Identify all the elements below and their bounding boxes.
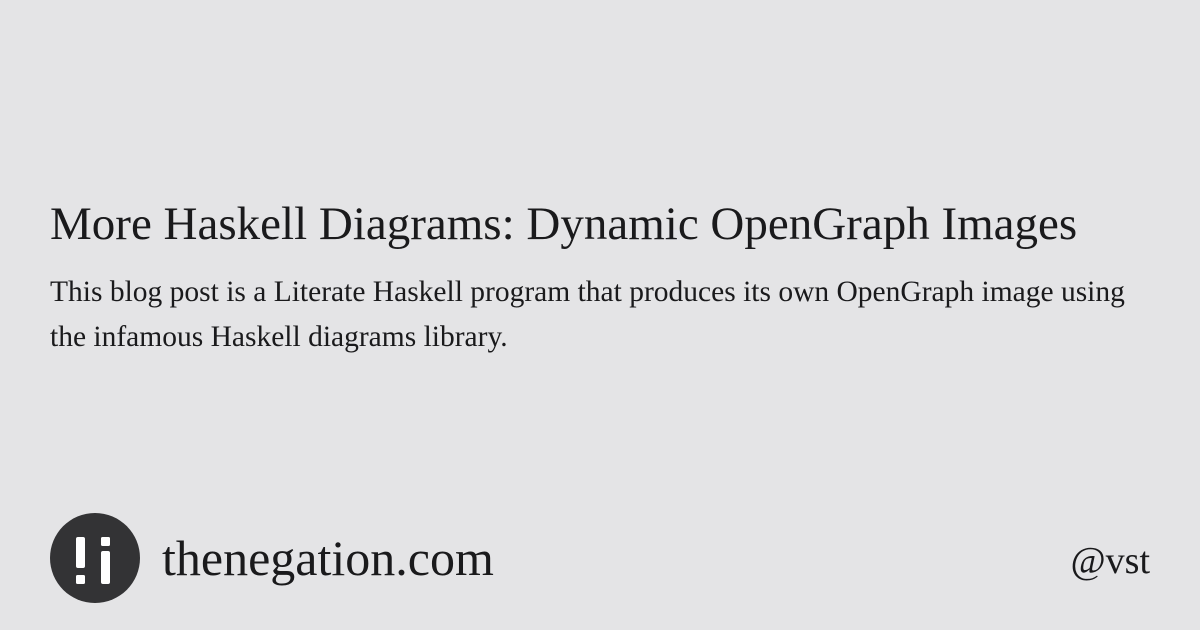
site-name: thenegation.com — [162, 530, 494, 586]
opengraph-card: More Haskell Diagrams: Dynamic OpenGraph… — [0, 0, 1200, 630]
site-logo — [50, 513, 140, 603]
site-brand: thenegation.com — [50, 512, 494, 604]
author-handle: @vst — [1070, 540, 1150, 582]
post-description: This blog post is a Literate Haskell pro… — [50, 276, 1125, 353]
exclamation-i-logo-icon — [76, 537, 110, 584]
post-title: More Haskell Diagrams: Dynamic OpenGraph… — [50, 198, 1078, 250]
